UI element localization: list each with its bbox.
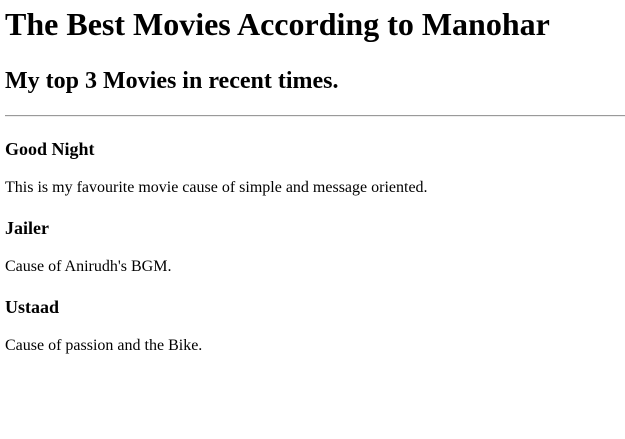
divider: [5, 115, 625, 117]
movie-list: Good Night This is my favourite movie ca…: [5, 138, 625, 355]
movie-description: This is my favourite movie cause of simp…: [5, 179, 428, 196]
movie-item: Jailer Cause of Anirudh's BGM.: [5, 217, 625, 276]
movie-title: Good Night: [5, 139, 95, 159]
movie-description: Cause of passion and the Bike.: [5, 337, 203, 354]
page-title: The Best Movies According to Manohar: [5, 6, 550, 42]
movie-item: Ustaad Cause of passion and the Bike.: [5, 296, 625, 355]
movie-item: Good Night This is my favourite movie ca…: [5, 138, 625, 197]
page-subtitle: My top 3 Movies in recent times.: [5, 68, 339, 94]
movie-description: Cause of Anirudh's BGM.: [5, 258, 172, 275]
page: The Best Movies According to Manohar My …: [0, 0, 625, 439]
movie-title: Ustaad: [5, 297, 60, 317]
movie-title: Jailer: [5, 218, 49, 238]
